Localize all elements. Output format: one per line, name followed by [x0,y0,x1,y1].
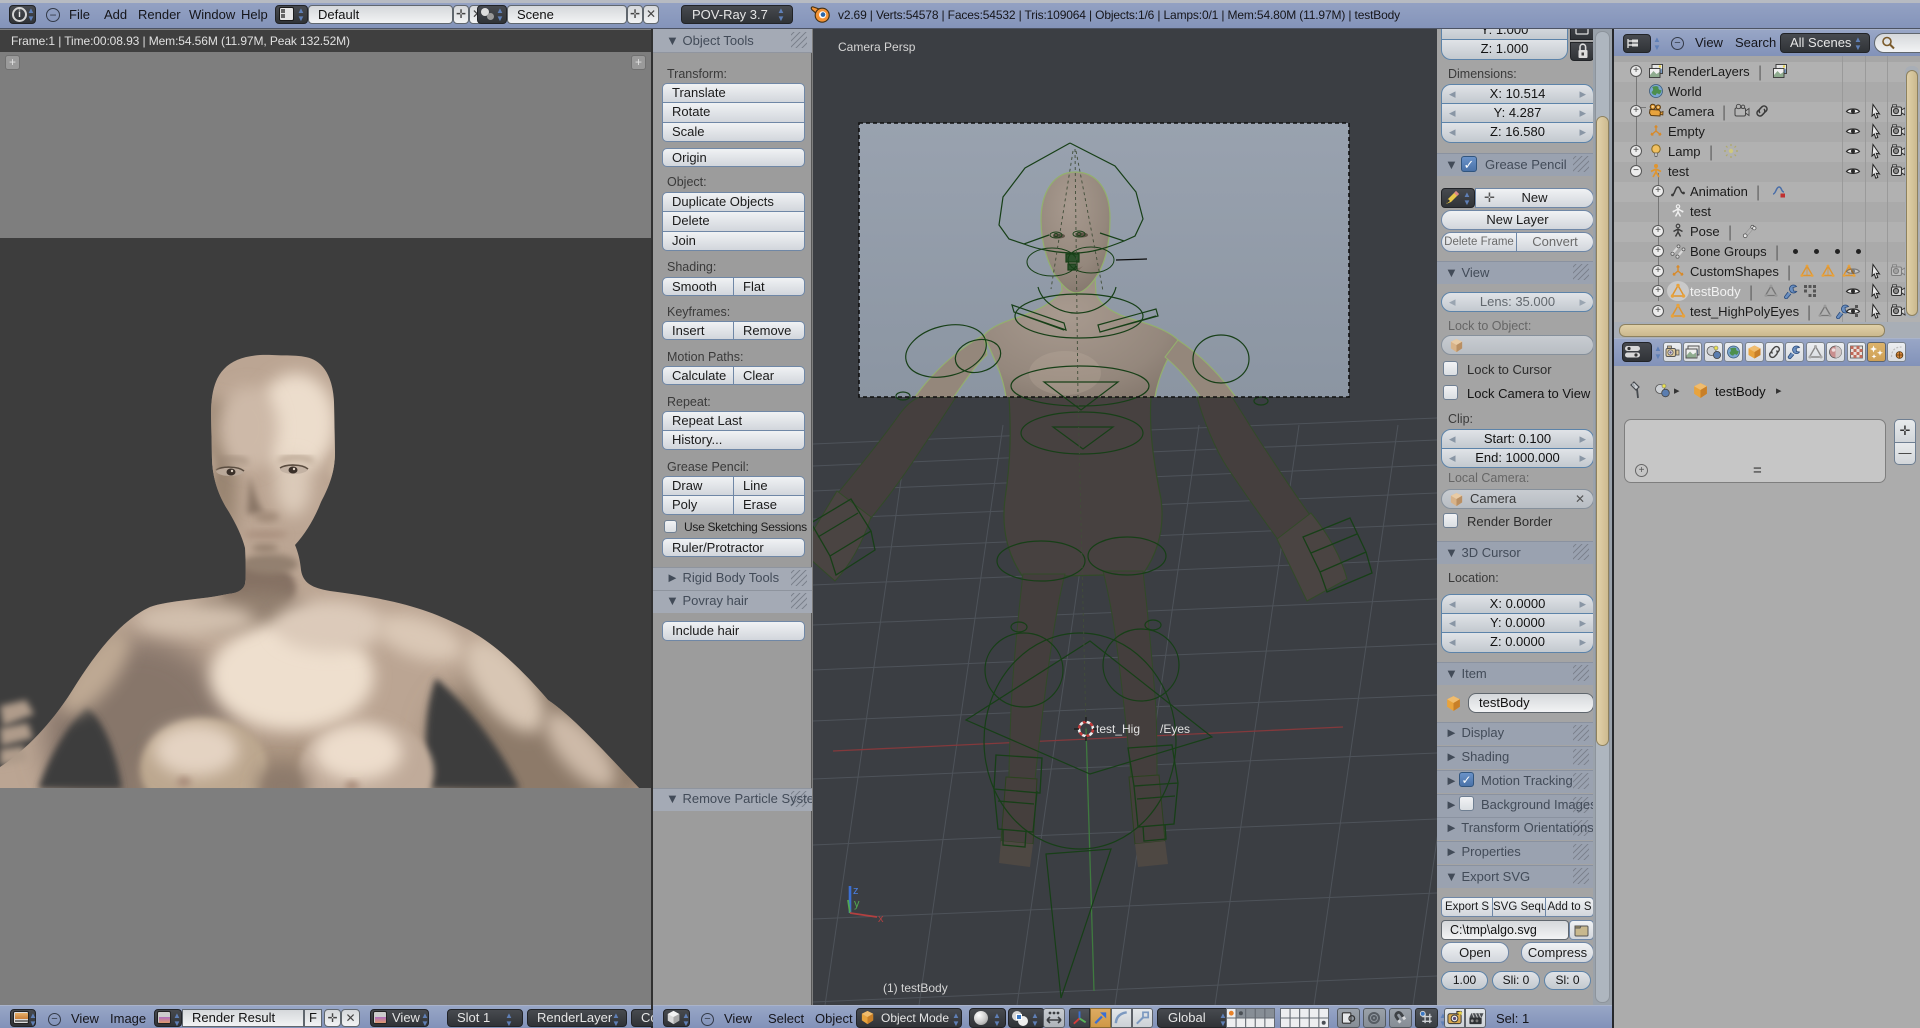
svg-text:test_Hig: test_Hig [1096,722,1140,736]
svg-text:/Eyes: /Eyes [1160,722,1190,736]
svg-text:x: x [878,913,884,925]
svg-text:(1) testBody: (1) testBody [883,981,948,995]
svg-text:y: y [854,898,860,910]
svg-text:Camera Persp: Camera Persp [838,40,916,54]
svg-text:z: z [853,885,859,897]
